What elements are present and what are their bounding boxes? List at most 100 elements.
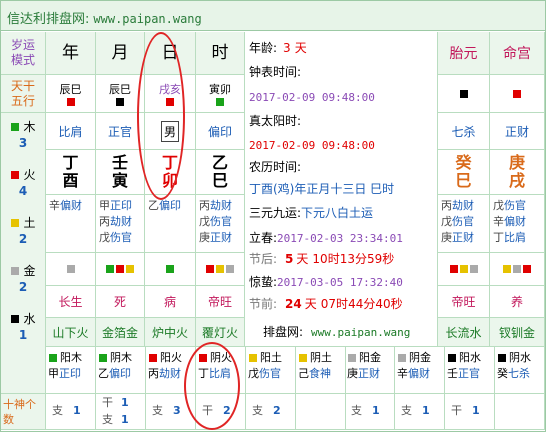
mode-label[interactable]: 岁运模式 xyxy=(1,32,46,75)
hidden-god: 伤官 xyxy=(210,215,232,228)
bottom-square-icon xyxy=(498,354,506,362)
bottom-god: 正财 xyxy=(358,367,380,380)
extra-element-square-icon xyxy=(513,265,521,273)
wuxing-count: 3 xyxy=(18,136,28,150)
wuxing-item-3: 金2 xyxy=(1,263,45,295)
extra-nayin-0: 长流水 xyxy=(438,318,490,347)
jiehou-line-part: 13 xyxy=(339,252,355,266)
extra-gan: 癸 xyxy=(455,153,472,172)
ganzhi-wrap: 丁酉 xyxy=(62,154,78,190)
jieqian-line-part: 节前: xyxy=(249,297,278,311)
bottom-square-icon xyxy=(149,354,157,362)
shishen-text: 正官 xyxy=(107,124,132,139)
wuxing-row: 木 xyxy=(10,119,36,135)
pillar-state-3: 帝旺 xyxy=(196,286,245,318)
pillar-shishen-3[interactable]: 偏印 xyxy=(196,113,245,150)
extra-zhi: 巳 xyxy=(455,171,472,190)
wuxing-count: 2 xyxy=(18,232,28,246)
extra-hidden-0: 丙劫财 戊伤官 庚正财 xyxy=(438,195,490,253)
count-row: 支1 xyxy=(52,394,95,419)
bottom-yy-row: 阴水 xyxy=(497,350,544,366)
hidden-god: 劫财 xyxy=(110,215,132,228)
hidden-element-square-icon xyxy=(216,265,224,273)
bottom-count-label: 十神个数 xyxy=(1,394,46,430)
bottom-yy-row: 阴木 xyxy=(98,350,145,366)
bottom-god-row: 乙偏印 xyxy=(98,366,145,382)
gan-text: 丁 xyxy=(62,153,79,172)
site-line-part: 排盘网: xyxy=(263,325,304,339)
wuxing-row: 金 xyxy=(10,263,36,279)
solar-value-line: 2017-02-09 09:48:00 xyxy=(249,137,375,154)
hidden-element-square-icon xyxy=(226,265,234,273)
bottom-god: 正印 xyxy=(59,367,81,380)
bottom-yy: 阳木 xyxy=(60,351,82,364)
extra-element-square-icon xyxy=(449,265,458,273)
extra-ganzhi-1: 庚戌 xyxy=(490,150,545,195)
jiehou-line: 节后: 5 天 10时13分59秒 xyxy=(249,251,394,267)
shishen-text: 比肩 xyxy=(58,124,83,139)
bottom-gan: 庚 xyxy=(347,367,358,380)
bottom-god-row: 己食神 xyxy=(298,366,345,382)
bottom-god: 七杀 xyxy=(508,367,530,380)
bottom-god: 正官 xyxy=(458,367,480,380)
hidden-stem-row: 戊伤官 xyxy=(96,230,144,246)
count-label: 支 xyxy=(152,404,163,417)
jiehou-line-part: 时 xyxy=(327,252,340,266)
nayin-text: 山下火 xyxy=(52,325,89,340)
extra-sq-1 xyxy=(490,75,545,113)
bottom-god-6: 阳金 庚正财 xyxy=(345,347,395,394)
extra-hidden-stem: 辛 xyxy=(493,215,504,228)
pillar-state-2: 病 xyxy=(145,286,196,318)
pillar-title-text: 年 xyxy=(62,43,79,63)
count-row: 支2 xyxy=(252,394,295,419)
extra-state-0: 帝旺 xyxy=(438,286,490,318)
bottom-gan: 壬 xyxy=(447,367,458,380)
extra-shishen-1[interactable]: 正财 xyxy=(490,113,545,150)
bottom-gan: 丙 xyxy=(148,367,159,380)
wuxing-square-icon xyxy=(11,123,20,131)
state-text: 长生 xyxy=(58,295,83,309)
site-url[interactable]: www.paipan.wang xyxy=(93,12,201,26)
mode-text: 岁运模式 xyxy=(10,38,35,67)
extra-hidden-row: 丁比肩 xyxy=(490,230,544,246)
pillar-nayin-0: 山下火 xyxy=(46,318,96,347)
solar-label-line: 真太阳时: xyxy=(249,113,301,129)
site-header: 信达利排盘网: www.paipan.wang xyxy=(1,1,545,31)
bottom-yy: 阳金 xyxy=(359,351,381,364)
hidden-stem: 丙 xyxy=(99,215,110,228)
extra-title-0: 胎元 xyxy=(438,32,490,75)
pillar-nayin-1: 金箔金 xyxy=(96,318,145,347)
jiehou-line-part: 秒 xyxy=(382,252,395,266)
jingzhe-line-part: 2017-03-05 17:32:40 xyxy=(277,276,403,289)
pillar-title-0: 年 xyxy=(46,32,96,75)
jieqian-line-part: 秒 xyxy=(390,297,403,311)
shishen-text: 偏印 xyxy=(207,124,232,139)
lichun-line-part: 立春: xyxy=(249,231,278,245)
hidden-element-square-icon xyxy=(66,265,75,273)
bottom-yy: 阳水 xyxy=(459,351,481,364)
jieqian-line-part: 时 xyxy=(336,297,349,311)
pillar-shishen-0[interactable]: 比肩 xyxy=(46,113,96,150)
clock-label-line-part: 钟表时间: xyxy=(249,65,302,79)
bottom-yy-row: 阳木 xyxy=(48,350,95,366)
gan-text: 壬 xyxy=(111,153,128,172)
bottom-god-row: 庚正财 xyxy=(347,366,394,382)
count-row-1: 干1 xyxy=(102,394,145,411)
bottom-god: 偏印 xyxy=(109,367,131,380)
extra-shishen-text: 七杀 xyxy=(451,124,476,139)
age-line: 年龄: 3 天 xyxy=(249,40,307,56)
clock-value-line: 2017-02-09 09:48:00 xyxy=(249,89,375,106)
hidden-god: 偏财 xyxy=(60,199,82,212)
hidden-stem: 丙 xyxy=(199,199,210,212)
extra-shishen-0[interactable]: 七杀 xyxy=(438,113,490,150)
count-label: 支 xyxy=(351,404,362,417)
jieqian-line-part: 天 xyxy=(304,297,317,311)
count-row: 支1 xyxy=(401,394,444,419)
extra-state-text: 帝旺 xyxy=(451,295,476,309)
count-label: 支 xyxy=(401,404,412,417)
extra-title-text: 命宫 xyxy=(503,46,531,62)
extra-hidden-stem: 戊 xyxy=(493,199,504,212)
pillar-dots-0 xyxy=(46,253,96,286)
bottom-gan: 戊 xyxy=(248,367,259,380)
wuxing-name: 金 xyxy=(23,264,36,278)
